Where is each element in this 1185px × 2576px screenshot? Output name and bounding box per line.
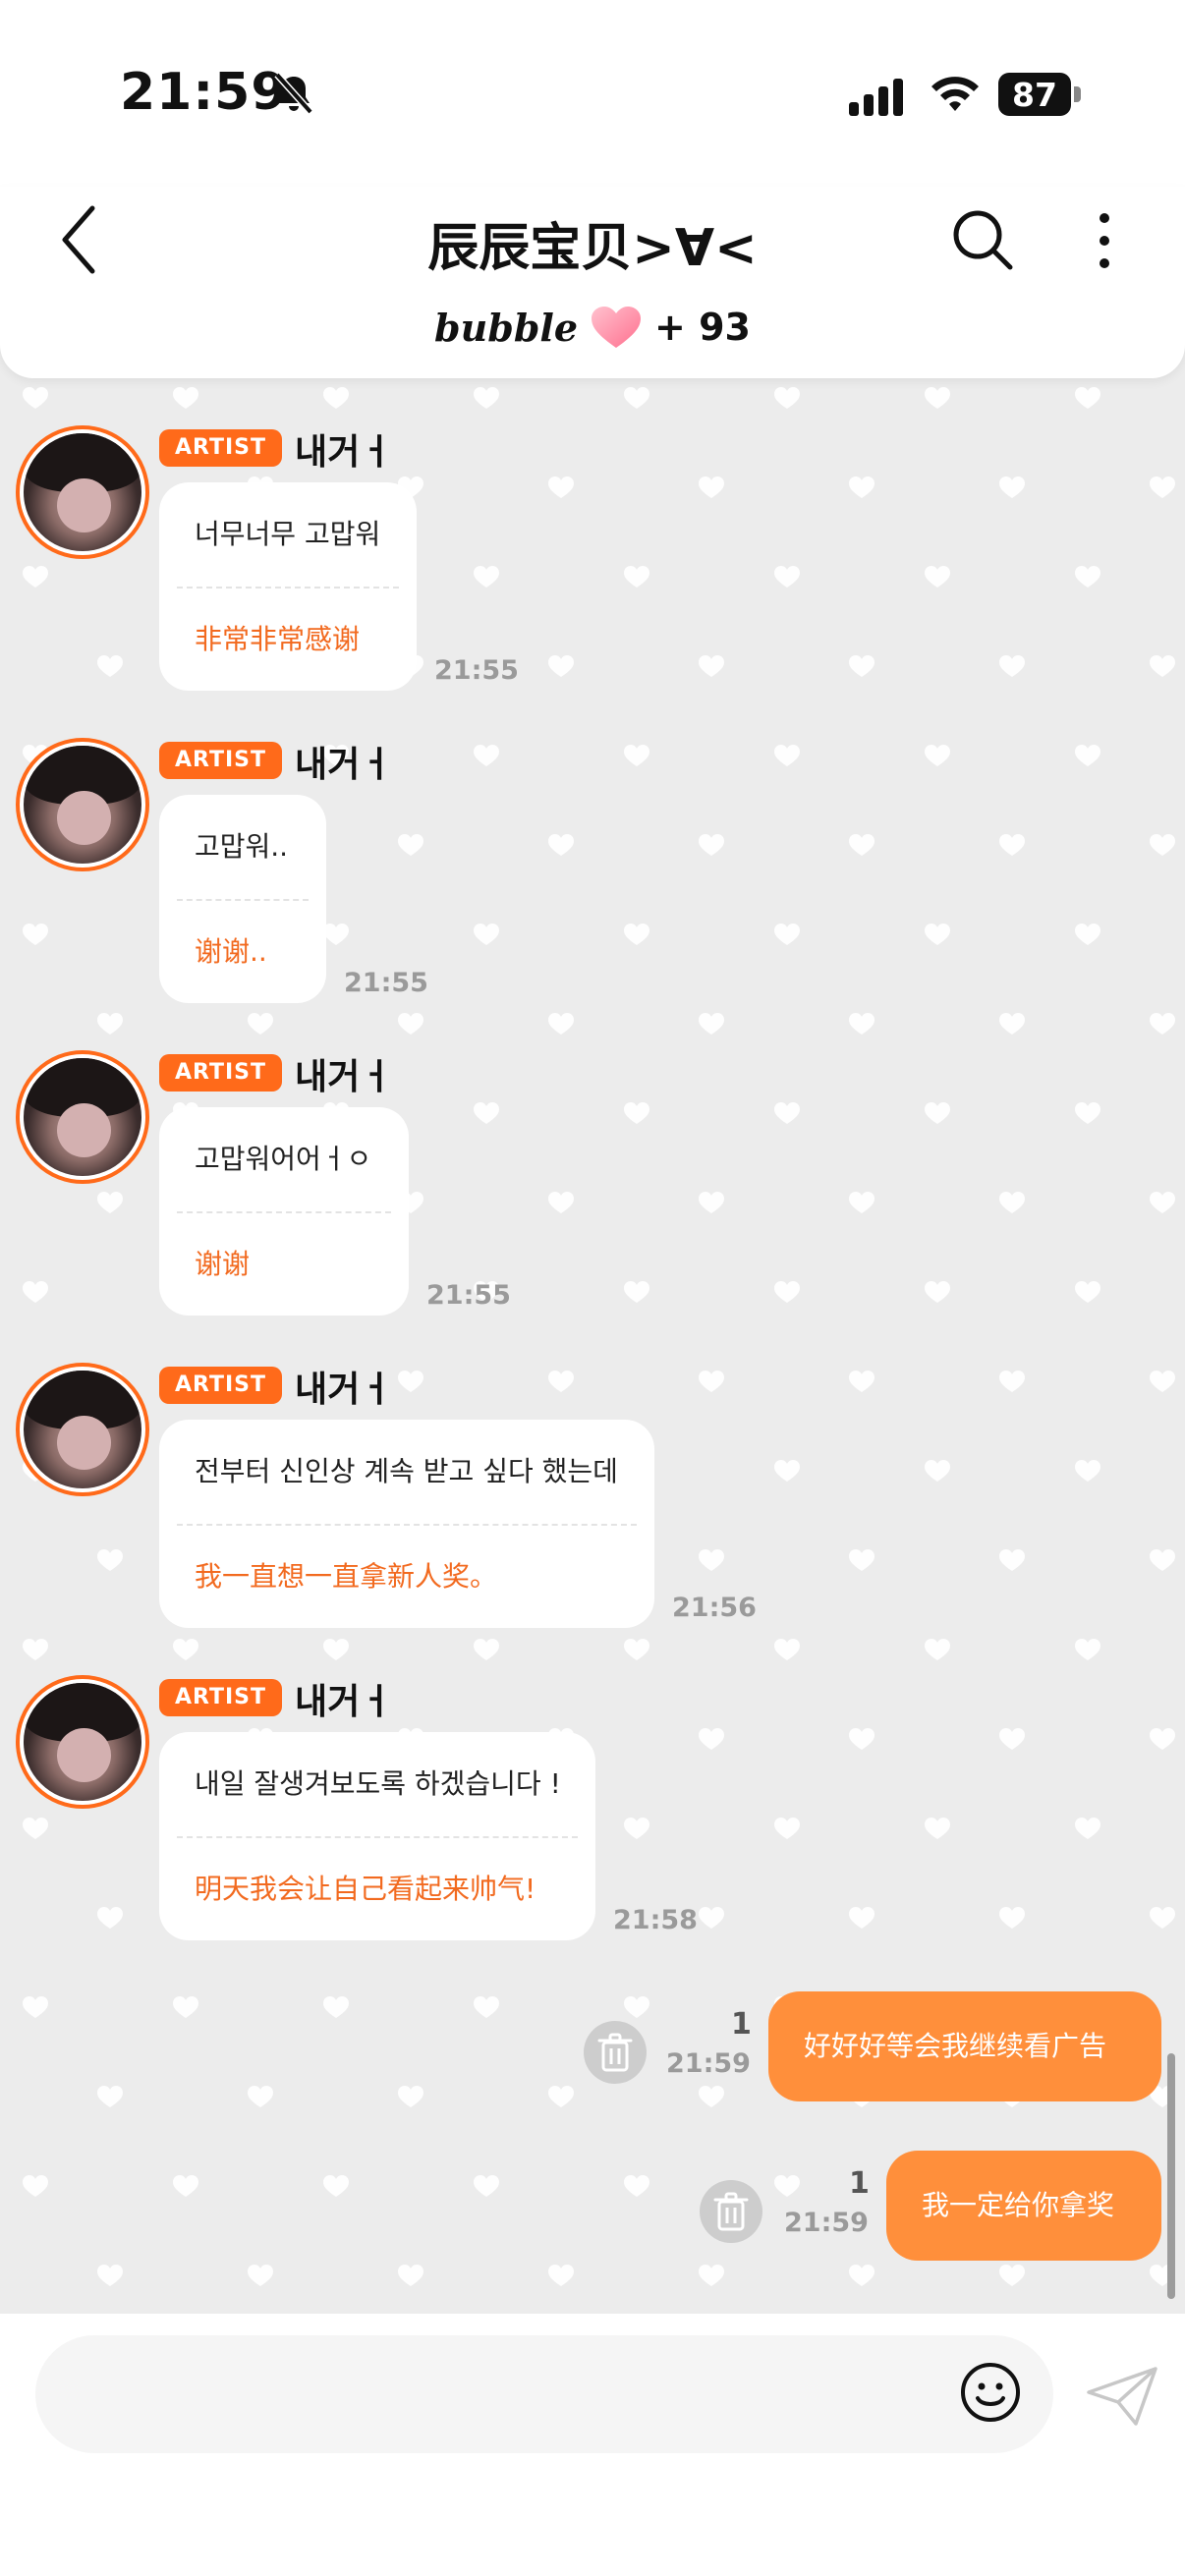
message-time: 21:55	[344, 968, 428, 998]
message-bubble[interactable]: 고맙워어어ㅓㅇ 谢谢	[159, 1107, 409, 1316]
message-time: 21:59	[784, 2208, 869, 2238]
delete-button[interactable]	[700, 2180, 762, 2243]
signal-icon	[849, 79, 903, 116]
trash-icon	[713, 2192, 749, 2231]
artist-badge: ARTIST	[159, 1367, 283, 1404]
bell-off-icon	[274, 72, 313, 115]
chat-area[interactable]: ARTIST 내거ㅓ 너무너무 고맙워 非常非常感谢 21:55 ARTIST …	[0, 378, 1185, 2314]
status-time: 21:59	[120, 63, 288, 122]
message-translation: 我一直想一直拿新人奖。	[195, 1560, 498, 1593]
sender-name: 내거ㅓ	[295, 745, 393, 785]
artist-badge: ARTIST	[159, 1054, 283, 1092]
my-message-bubble[interactable]: 好好好等会我继续看广告	[768, 1991, 1161, 2101]
pink-heart-icon	[592, 307, 641, 348]
message-time: 21:58	[613, 1905, 698, 1935]
bubble-logo: bubble	[434, 305, 578, 350]
trash-icon	[597, 2033, 633, 2072]
message-text: 고맙워어어ㅓㅇ	[195, 1143, 372, 1175]
message-bubble[interactable]: 전부터 신인상 계속 받고 싶다 했는데 我一直想一直拿新人奖。	[159, 1420, 654, 1628]
bubble-count-row[interactable]: bubble + 93	[0, 303, 1185, 352]
message-bubble[interactable]: 내일 잘생겨보도록 하겠습니다 ! 明天我会让自己看起来帅气!	[159, 1732, 595, 1940]
sender-name: 내거ㅓ	[295, 1682, 393, 1722]
emoji-icon[interactable]	[959, 2361, 1022, 2424]
more-vertical-icon[interactable]	[1085, 206, 1124, 275]
sender-name: 내거ㅓ	[295, 1057, 393, 1097]
message-translation: 谢谢..	[195, 935, 267, 968]
input-bar	[0, 2314, 1185, 2576]
message-text: 너무너무 고맙워	[195, 518, 381, 550]
bubble-count: + 93	[654, 306, 751, 349]
unread-count: 1	[731, 2007, 752, 2042]
sender-name: 내거ㅓ	[295, 1370, 393, 1410]
message-translation: 明天我会让自己看起来帅气!	[195, 1873, 536, 1905]
battery-level: 87	[1012, 76, 1057, 114]
search-icon[interactable]	[949, 206, 1016, 273]
unread-count: 1	[849, 2166, 870, 2201]
artist-badge: ARTIST	[159, 742, 283, 779]
artist-avatar[interactable]	[16, 425, 149, 559]
chat-header: 辰辰宝贝>∀< bubble + 93	[0, 187, 1185, 378]
sender-name: 내거ㅓ	[295, 432, 393, 473]
scrollbar[interactable]	[1167, 2053, 1175, 2299]
message-time: 21:55	[426, 1280, 511, 1311]
my-message: 1 21:59 好好好等会我继续看广告	[0, 1988, 1185, 2105]
message-input[interactable]	[35, 2335, 1053, 2453]
send-icon[interactable]	[1085, 2365, 1159, 2428]
chat-screen: 21:59 87 辰辰宝贝>∀< bubble + 93 ARTIST 내거ㅓ …	[0, 0, 1185, 2576]
message-text: 전부터 신인상 계속 받고 싶다 했는데	[195, 1455, 618, 1487]
message-translation: 谢谢	[195, 1248, 251, 1280]
wifi-icon	[931, 77, 979, 111]
message-time: 21:56	[672, 1593, 757, 1623]
delete-button[interactable]	[584, 2021, 647, 2084]
message-text: 고맙워..	[195, 830, 289, 863]
message-bubble[interactable]: 고맙워.. 谢谢..	[159, 795, 326, 1003]
battery-icon: 87	[998, 73, 1081, 116]
my-message: 1 21:59 我一定给你拿奖	[0, 2147, 1185, 2265]
message-time: 21:55	[434, 655, 519, 686]
artist-badge: ARTIST	[159, 429, 283, 467]
status-bar: 21:59 87	[0, 0, 1185, 187]
message-translation: 非常非常感谢	[195, 623, 361, 655]
artist-avatar[interactable]	[16, 1363, 149, 1496]
artist-avatar[interactable]	[16, 1675, 149, 1809]
my-message-bubble[interactable]: 我一定给你拿奖	[886, 2151, 1161, 2261]
message-bubble[interactable]: 너무너무 고맙워 非常非常感谢	[159, 482, 417, 691]
artist-badge: ARTIST	[159, 1679, 283, 1716]
message-time: 21:59	[666, 2048, 751, 2079]
artist-avatar[interactable]	[16, 738, 149, 871]
artist-avatar[interactable]	[16, 1050, 149, 1184]
message-text: 내일 잘생겨보도록 하겠습니다 !	[195, 1767, 561, 1800]
